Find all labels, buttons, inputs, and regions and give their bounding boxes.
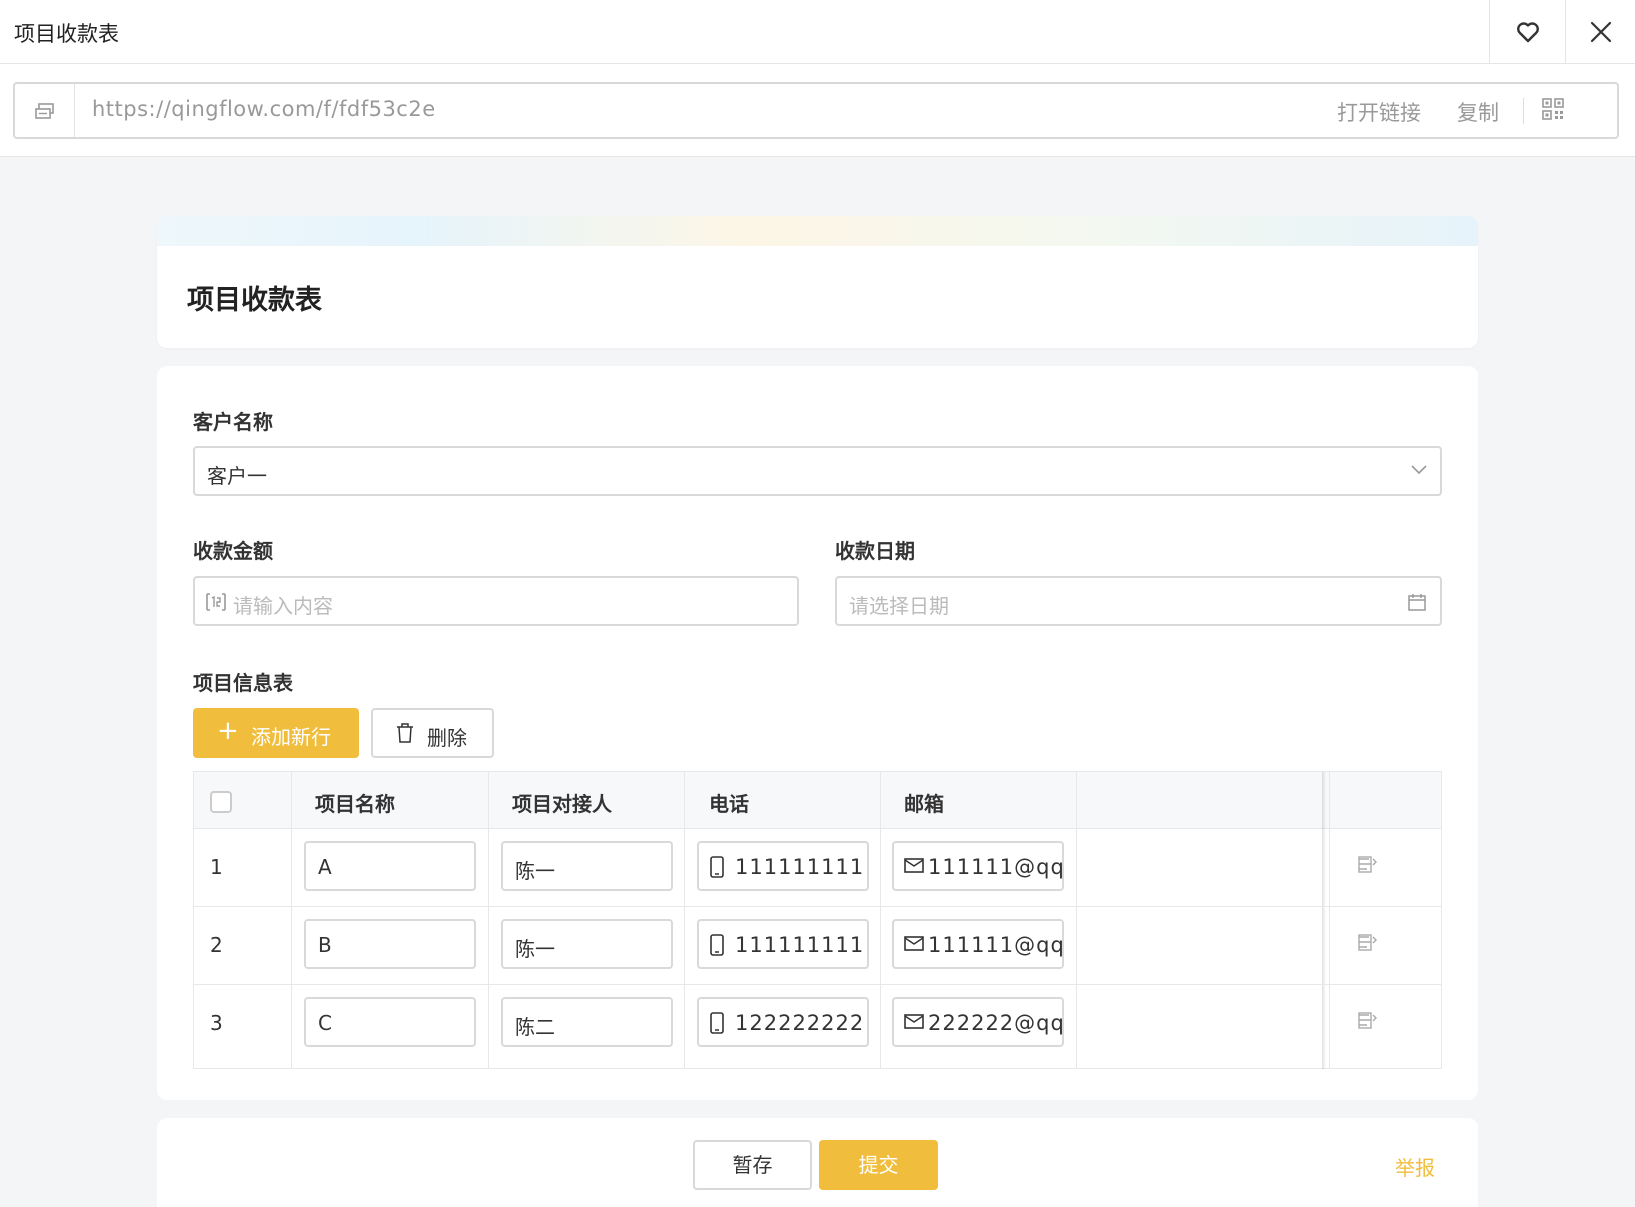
row-detail-icon[interactable]: [1357, 1011, 1377, 1031]
amount-label: 收款金额: [193, 539, 273, 563]
delete-label: 删除: [427, 726, 467, 750]
column-header-email: 邮箱: [904, 792, 944, 816]
share-link-bar: https://qingflow.com/f/fdf53c2e 打开链接 复制: [0, 64, 1635, 157]
contact-input[interactable]: 陈一: [501, 841, 673, 891]
envelope-icon: [904, 936, 924, 951]
plus-icon: +: [217, 716, 239, 746]
form-body-card: 客户名称 客户一 收款金额 请输入内容 收款日期 请选择日期 项目信息表 + 添…: [157, 366, 1478, 1100]
row-detail-icon[interactable]: [1357, 855, 1377, 875]
table-row: 3 C 陈二 122222222 222222@qq: [194, 985, 1441, 1063]
date-picker[interactable]: 请选择日期: [835, 576, 1442, 626]
cell-value: C: [318, 1011, 332, 1035]
email-input[interactable]: 222222@qq: [892, 997, 1064, 1047]
select-all-checkbox[interactable]: [210, 791, 232, 813]
cell-value: 陈二: [515, 1015, 555, 1039]
cell-value: A: [318, 855, 332, 879]
customer-label: 客户名称: [193, 410, 273, 434]
report-link[interactable]: 举报: [1395, 1152, 1435, 1181]
cell-value: 陈一: [515, 937, 555, 961]
cell-value: 222222@qq: [928, 1011, 1064, 1035]
title-bar: 项目收款表: [0, 0, 1635, 64]
mobile-phone-icon: [710, 1012, 724, 1034]
delete-rows-button[interactable]: 删除: [371, 708, 494, 758]
subtable-label: 项目信息表: [193, 671, 293, 695]
date-label: 收款日期: [835, 539, 915, 563]
cell-value: B: [318, 933, 332, 957]
chevron-down-icon: [1411, 465, 1427, 475]
divider: [1523, 98, 1524, 124]
row-detail-icon[interactable]: [1357, 933, 1377, 953]
amount-input[interactable]: 请输入内容: [193, 576, 799, 626]
row-number: 2: [210, 933, 223, 957]
cell-value: 111111@qq: [928, 855, 1064, 879]
calendar-icon: [1408, 594, 1426, 611]
project-name-input[interactable]: B: [304, 919, 476, 969]
close-icon: [1590, 21, 1611, 43]
phone-input[interactable]: 111111111: [697, 841, 869, 891]
envelope-icon: [904, 1014, 924, 1029]
number-icon: [206, 593, 226, 611]
cell-value: 陈一: [515, 859, 555, 883]
share-link-box: https://qingflow.com/f/fdf53c2e 打开链接 复制: [13, 82, 1619, 139]
table-header: 项目名称 项目对接人 电话 邮箱: [194, 772, 1441, 829]
subtable: 项目名称 项目对接人 电话 邮箱 1 A 陈一 111111111 111111…: [193, 771, 1442, 1069]
open-link-button[interactable]: 打开链接: [1337, 97, 1421, 127]
cell-value: 111111111: [735, 855, 865, 879]
cell-value: 111111@qq: [928, 933, 1064, 957]
window-title: 项目收款表: [14, 22, 119, 46]
column-header-phone: 电话: [709, 792, 749, 816]
link-icon: [15, 84, 75, 137]
cell-value: 111111111: [735, 933, 865, 957]
amount-placeholder: 请输入内容: [233, 594, 333, 618]
add-row-button[interactable]: + 添加新行: [193, 708, 359, 758]
envelope-icon: [904, 858, 924, 873]
column-header-name: 项目名称: [315, 792, 395, 816]
column-header-contact: 项目对接人: [512, 792, 612, 816]
row-number: 3: [210, 1011, 223, 1035]
row-number: 1: [210, 855, 223, 879]
form-footer: 暂存 提交 举报: [157, 1118, 1478, 1207]
header-gradient: [157, 216, 1478, 246]
share-url[interactable]: https://qingflow.com/f/fdf53c2e: [92, 97, 436, 121]
project-name-input[interactable]: A: [304, 841, 476, 891]
date-placeholder: 请选择日期: [849, 594, 949, 618]
project-name-input[interactable]: C: [304, 997, 476, 1047]
contact-input[interactable]: 陈一: [501, 919, 673, 969]
qr-code-icon[interactable]: [1542, 98, 1564, 120]
phone-input[interactable]: 111111111: [697, 919, 869, 969]
trash-icon: [397, 723, 413, 743]
heart-icon: [1516, 22, 1539, 43]
customer-select-value: 客户一: [207, 464, 267, 488]
form-title: 项目收款表: [187, 285, 322, 316]
email-input[interactable]: 111111@qq: [892, 841, 1064, 891]
mobile-phone-icon: [710, 934, 724, 956]
table-row: 2 B 陈一 111111111 111111@qq: [194, 907, 1441, 985]
save-draft-button[interactable]: 暂存: [693, 1140, 812, 1190]
phone-input[interactable]: 122222222: [697, 997, 869, 1047]
copy-link-button[interactable]: 复制: [1457, 97, 1499, 127]
customer-select[interactable]: 客户一: [193, 446, 1442, 496]
submit-button[interactable]: 提交: [819, 1140, 938, 1190]
mobile-phone-icon: [710, 856, 724, 878]
contact-input[interactable]: 陈二: [501, 997, 673, 1047]
add-row-label: 添加新行: [251, 725, 331, 749]
table-row: 1 A 陈一 111111111 111111@qq: [194, 829, 1441, 907]
email-input[interactable]: 111111@qq: [892, 919, 1064, 969]
favorite-button[interactable]: [1489, 0, 1565, 64]
cell-value: 122222222: [735, 1011, 865, 1035]
form-header-card: 项目收款表: [157, 216, 1478, 348]
close-button[interactable]: [1565, 0, 1635, 64]
